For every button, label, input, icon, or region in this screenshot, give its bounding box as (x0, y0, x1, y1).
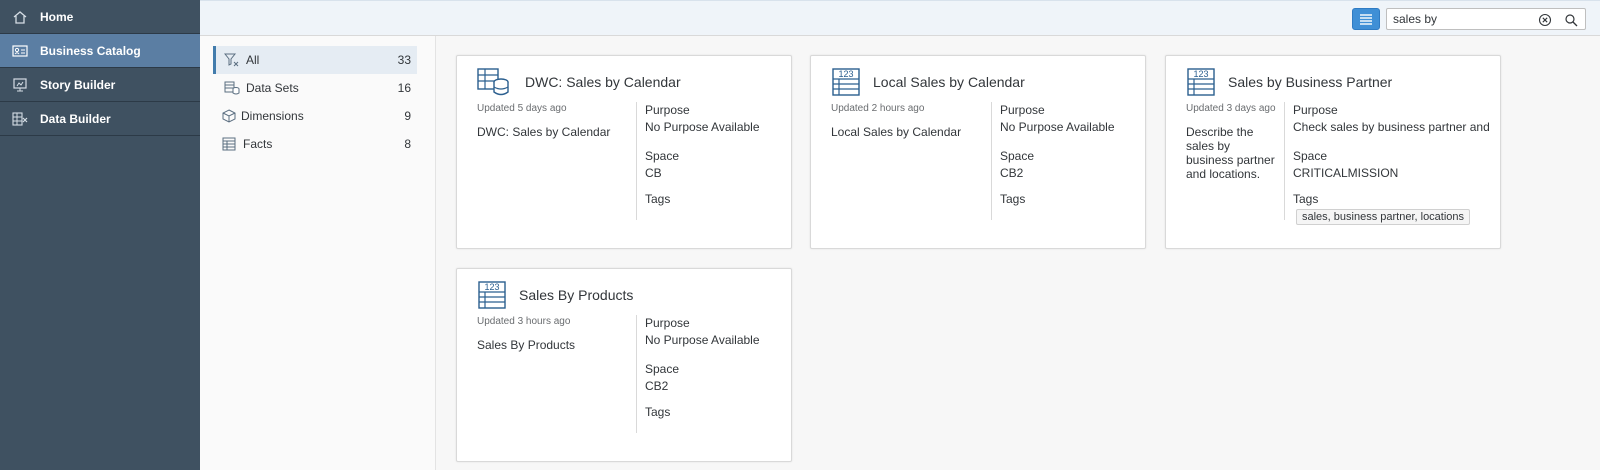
list-icon (1360, 14, 1372, 25)
nav-label: Data Builder (40, 111, 111, 126)
catalog-card-local-sales-by-calendar[interactable]: 123 Local Sales by Calendar Updated 2 ho… (810, 55, 1146, 249)
space-value: CB (645, 166, 662, 180)
purpose-label: Purpose (645, 316, 690, 330)
search-icon[interactable] (1563, 12, 1579, 28)
nav-item-home[interactable]: Home (0, 0, 200, 34)
filter-panel: All 33 Data Sets 16 Dimensions 9 Facts 8 (200, 36, 436, 470)
list-view-toggle-button[interactable] (1352, 8, 1380, 30)
card-updated: Updated 3 days ago (1186, 103, 1276, 114)
catalog-card-sales-by-products[interactable]: 123 Sales By Products Updated 3 hours ag… (456, 268, 792, 462)
tags-label: Tags (1293, 192, 1319, 206)
data-builder-icon (12, 111, 28, 126)
card-title[interactable]: DWC: Sales by Calendar (525, 74, 681, 90)
card-divider (636, 315, 637, 433)
space-value: CRITICALMISSION (1293, 166, 1399, 180)
filter-count: 9 (404, 109, 411, 123)
tags-label: Tags (645, 192, 671, 206)
fact-table-123-icon: 123 (831, 68, 863, 96)
space-label: Space (645, 149, 680, 163)
nav-label: Story Builder (40, 77, 116, 92)
svg-text:123: 123 (484, 282, 499, 292)
catalog-card-dwc-sales-by-calendar[interactable]: DWC: Sales by Calendar Updated 5 days ag… (456, 55, 792, 249)
card-description: Describe the sales by business partner a… (1186, 125, 1275, 181)
nav-item-business-catalog[interactable]: Business Catalog (0, 34, 200, 68)
facts-icon (221, 137, 237, 151)
search-input[interactable] (1393, 11, 1533, 27)
card-divider (636, 102, 637, 220)
clear-icon[interactable] (1537, 12, 1553, 28)
fact-table-123-icon: 123 (477, 281, 509, 309)
card-updated: Updated 2 hours ago (831, 103, 925, 114)
svg-text:123: 123 (1193, 69, 1208, 79)
tags-label: Tags (645, 405, 671, 419)
svg-text:123: 123 (838, 69, 853, 79)
purpose-value: No Purpose Available (645, 120, 760, 134)
catalog-card-sales-by-business-partner[interactable]: 123 Sales by Business Partner Updated 3 … (1165, 55, 1501, 249)
dataset-database-icon (477, 68, 509, 96)
card-title[interactable]: Local Sales by Calendar (873, 74, 1025, 90)
card-updated: Updated 3 hours ago (477, 316, 571, 327)
purpose-label: Purpose (1000, 103, 1045, 117)
home-icon (12, 10, 28, 24)
filter-count: 8 (404, 137, 411, 151)
nav-label: Business Catalog (40, 43, 141, 58)
purpose-label: Purpose (645, 103, 690, 117)
space-label: Space (1293, 149, 1328, 163)
card-description: DWC: Sales by Calendar (477, 125, 611, 139)
space-label: Space (1000, 149, 1035, 163)
catalog-icon (12, 44, 28, 58)
nav-item-data-builder[interactable]: Data Builder (0, 102, 200, 136)
purpose-value: No Purpose Available (1000, 120, 1115, 134)
card-title[interactable]: Sales by Business Partner (1228, 74, 1392, 90)
filter-label: All (246, 53, 260, 67)
purpose-value: No Purpose Available (645, 333, 760, 347)
filter-label: Facts (243, 137, 273, 151)
filter-clear-icon (224, 53, 240, 67)
space-value: CB2 (645, 379, 669, 393)
filter-data-sets[interactable]: Data Sets 16 (213, 74, 417, 102)
filter-label: Data Sets (246, 81, 299, 95)
card-updated: Updated 5 days ago (477, 103, 567, 114)
card-divider (991, 102, 992, 220)
filter-dimensions[interactable]: Dimensions 9 (213, 102, 417, 130)
space-value: CB2 (1000, 166, 1024, 180)
filter-count: 16 (397, 81, 411, 95)
top-bar (200, 0, 1600, 36)
purpose-label: Purpose (1293, 103, 1338, 117)
filter-all[interactable]: All 33 (213, 46, 417, 74)
tags-label: Tags (1000, 192, 1026, 206)
purpose-value: Check sales by business partner and lo (1293, 120, 1493, 134)
filter-label: Dimensions (241, 109, 304, 123)
nav-label: Home (40, 9, 74, 24)
search-field (1386, 8, 1586, 30)
card-divider (1284, 102, 1285, 220)
card-description: Local Sales by Calendar (831, 125, 962, 139)
card-description: Sales By Products (477, 338, 576, 352)
tag-chip: sales, business partner, locations (1296, 209, 1471, 225)
card-title[interactable]: Sales By Products (519, 287, 633, 303)
filter-facts[interactable]: Facts 8 (213, 130, 417, 158)
space-label: Space (645, 362, 680, 376)
dimension-cube-icon (221, 109, 237, 123)
nav-item-story-builder[interactable]: Story Builder (0, 68, 200, 102)
datasets-icon (224, 81, 240, 95)
fact-table-123-icon: 123 (1186, 68, 1218, 96)
presentation-icon (12, 77, 28, 92)
side-navigation: Home Business Catalog Story Builder Data… (0, 0, 200, 470)
filter-count: 33 (397, 53, 411, 67)
